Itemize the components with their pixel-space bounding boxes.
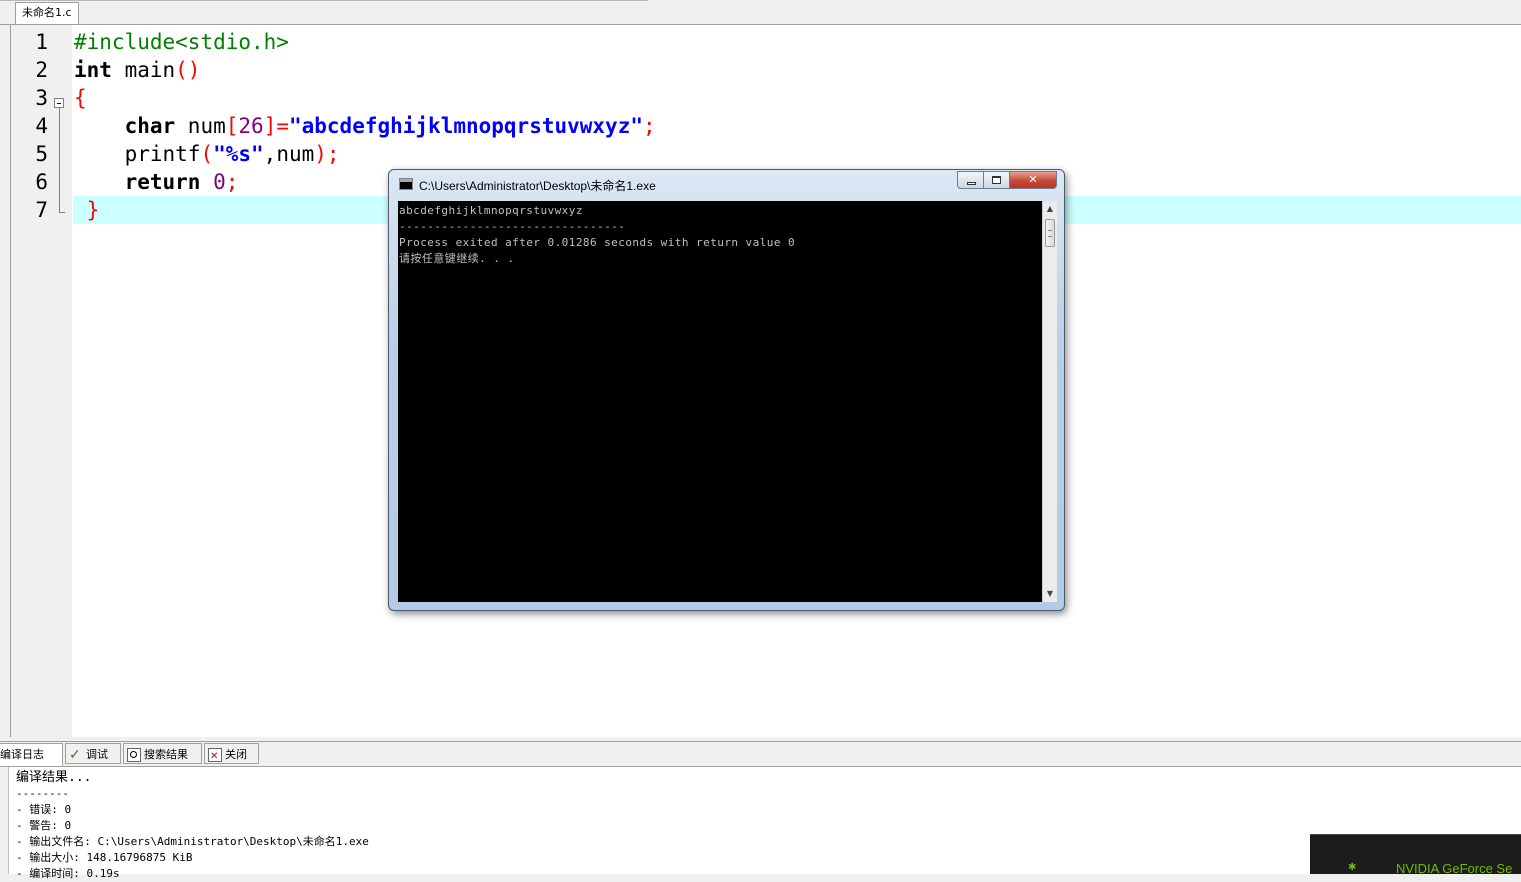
code-line[interactable]: 2 int main() xyxy=(16,56,1521,84)
compile-log-text: 编译结果... -------- - 错误: 0 - 警告: 0 - 输出文件名… xyxy=(16,770,369,882)
code-token: "%s" xyxy=(213,142,264,166)
line-code: int main() xyxy=(74,56,200,84)
fold-toggle-icon[interactable] xyxy=(54,98,64,108)
tab-untitled-1[interactable]: 未命名1.c xyxy=(15,2,79,24)
console-title: C:\Users\Administrator\Desktop\未命名1.exe xyxy=(419,179,656,193)
compile-log-panel[interactable]: 编译结果... -------- - 错误: 0 - 警告: 0 - 输出文件名… xyxy=(0,766,1521,880)
line-code: printf("%s",num); xyxy=(74,140,340,168)
code-line[interactable]: 1 #include<stdio.h> xyxy=(16,28,1521,56)
line-number: 1 xyxy=(35,30,48,54)
line-number: 4 xyxy=(35,114,48,138)
code-token: ; xyxy=(225,170,239,194)
code-line[interactable]: 3{ xyxy=(16,84,1521,112)
code-token: ( xyxy=(200,142,214,166)
maximize-button[interactable] xyxy=(984,171,1010,189)
line-number: 2 xyxy=(35,58,48,82)
nvidia-notification[interactable]: ✱ NVIDIA GeForce Se xyxy=(1310,834,1521,874)
console-output-area[interactable]: abcdefghijklmnopqrstuvwxyz -------------… xyxy=(398,201,1042,602)
tab-search-results[interactable]: 搜索结果 xyxy=(123,743,202,764)
code-token: 26 xyxy=(238,114,264,138)
console-output-text: abcdefghijklmnopqrstuvwxyz -------------… xyxy=(399,204,796,265)
log-panel-edge xyxy=(0,767,9,874)
code-line[interactable]: 5 printf("%s",num); xyxy=(16,140,1521,168)
code-token: [ xyxy=(225,114,239,138)
bottom-panel-tabs: 编译日志 调试 搜索结果 关闭 xyxy=(0,741,1521,767)
divider xyxy=(0,0,648,1)
line-code: { xyxy=(74,84,87,112)
line-code: return 0; xyxy=(74,168,239,196)
nvidia-notification-text: NVIDIA GeForce Se xyxy=(1396,861,1513,874)
code-token: 0 xyxy=(213,170,226,194)
line-number: 3 xyxy=(35,86,48,110)
code-token: #include<stdio.h> xyxy=(74,30,289,54)
check-icon xyxy=(69,745,83,766)
scroll-down-arrow-icon[interactable]: ▼ xyxy=(1043,586,1057,602)
console-scrollbar[interactable]: ▲ ▼ xyxy=(1042,201,1057,602)
console-app-icon[interactable] xyxy=(399,178,413,190)
code-token: char xyxy=(124,114,176,138)
code-token: ); xyxy=(314,142,340,166)
code-token: num xyxy=(175,114,226,138)
editor-tab-bar: 未命名1.c xyxy=(0,0,1521,25)
line-number: 6 xyxy=(35,170,48,194)
code-token: printf xyxy=(74,142,201,166)
scroll-up-arrow-icon[interactable]: ▲ xyxy=(1043,201,1057,217)
close-icon xyxy=(208,746,222,767)
code-token: main xyxy=(111,58,176,82)
compile-log-title: 编译结果... xyxy=(16,770,92,785)
line-code: #include<stdio.h> xyxy=(74,28,289,56)
close-button[interactable] xyxy=(1010,171,1057,189)
line-number: 5 xyxy=(35,142,48,166)
compile-log-lines: -------- - 错误: 0 - 警告: 0 - 输出文件名: C:\Use… xyxy=(16,787,369,880)
tab-debug[interactable]: 调试 xyxy=(65,743,121,766)
tab-compile-log[interactable]: 编译日志 xyxy=(0,743,63,766)
tab-close-label: 关闭 xyxy=(225,748,247,761)
code-token: } xyxy=(74,198,100,222)
code-token: ; xyxy=(643,114,656,138)
line-number: 7 xyxy=(35,198,48,222)
code-token: { xyxy=(74,86,87,110)
nvidia-logo-icon: ✱ xyxy=(1348,862,1357,873)
fold-guide-end xyxy=(59,212,65,213)
code-token: "abcdefghijklmnopqrstuvwxyz" xyxy=(288,114,643,138)
tab-close[interactable]: 关闭 xyxy=(204,743,259,767)
code-line[interactable]: 4 char num[26]="abcdefghijklmnopqrstuvwx… xyxy=(16,112,1521,140)
code-token: ,num xyxy=(263,142,315,166)
code-token: ]= xyxy=(263,114,289,138)
left-panel-edge[interactable] xyxy=(0,25,11,737)
scroll-thumb[interactable] xyxy=(1045,219,1055,247)
tab-debug-label: 调试 xyxy=(86,748,108,761)
line-code: char num[26]="abcdefghijklmnopqrstuvwxyz… xyxy=(74,112,656,140)
code-token: int xyxy=(74,58,112,82)
code-token: () xyxy=(175,58,201,82)
fold-guide-line xyxy=(59,108,60,212)
code-token: return xyxy=(124,170,201,194)
line-code: } xyxy=(74,196,100,224)
console-window[interactable]: C:\Users\Administrator\Desktop\未命名1.exe … xyxy=(388,169,1065,611)
search-icon xyxy=(127,748,141,762)
tab-compile-log-label: 编译日志 xyxy=(0,748,44,761)
window-controls xyxy=(957,171,1057,189)
minimize-button[interactable] xyxy=(957,171,984,189)
tab-search-results-label: 搜索结果 xyxy=(144,748,188,761)
